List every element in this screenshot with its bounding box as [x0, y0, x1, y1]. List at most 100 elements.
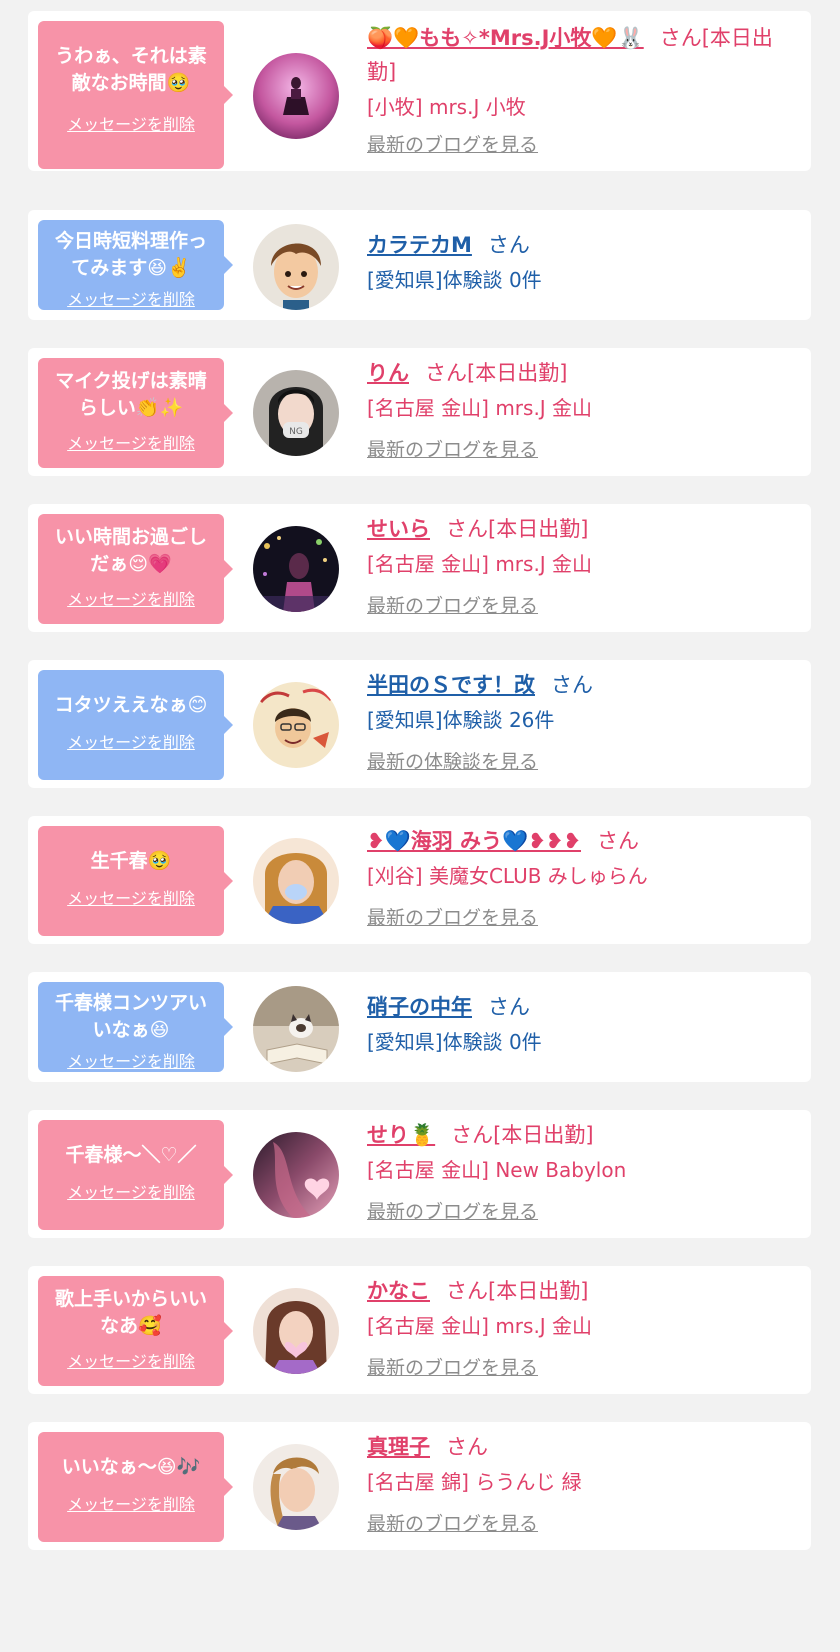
delete-message-link[interactable]: メッセージを削除 [67, 885, 195, 909]
honorific: さん [488, 995, 530, 1019]
profile-name-link[interactable]: ❥💙海羽 みう💙❥❥❥ [367, 829, 581, 853]
shop-label: [名古屋 金山] mrs.J 金山 [367, 552, 593, 576]
profile-info: 🍑🧡もも✧*Mrs.J小牧🧡🐰 さん[本日出勤] [小牧] mrs.J 小牧 最新… [367, 21, 801, 159]
profile-name-link[interactable]: かなこ [367, 1279, 430, 1303]
message-bubble: 千春様コンツアいいなぁ😆 メッセージを削除 [38, 982, 233, 1072]
attendance-status: [本日出勤] [488, 517, 589, 541]
message-bubble: いいなぁ～😆🎶 メッセージを削除 [38, 1432, 233, 1542]
message-text: 千春様～＼♡／ [65, 1144, 197, 1166]
delete-message-link[interactable]: メッセージを削除 [67, 111, 195, 135]
honorific: さん [551, 673, 593, 697]
delete-message-link[interactable]: メッセージを削除 [67, 1491, 195, 1515]
message-bubble: うわぁ、それは素敵なお時間🥹 メッセージを削除 [38, 21, 233, 169]
profile-name-link[interactable]: りん [367, 361, 409, 385]
latest-blog-link[interactable]: 最新のブログを見る [367, 1198, 538, 1226]
list-item: 歌上手いからいいなあ🥰 メッセージを削除 かなこ さん[本日出勤] [名古屋 金山… [28, 1266, 811, 1394]
avatar[interactable]: NG [253, 370, 339, 456]
attendance-status: [本日出勤] [493, 1123, 594, 1147]
delete-message-link[interactable]: メッセージを削除 [67, 729, 195, 753]
honorific: さん [425, 361, 467, 385]
honorific: さん [597, 829, 639, 853]
latest-blog-link[interactable]: 最新のブログを見る [367, 1354, 538, 1382]
avatar[interactable] [253, 53, 339, 139]
message-text: 今日時短料理作ってみます😆✌️ [54, 230, 207, 279]
profile-name-link[interactable]: せり🍍 [367, 1123, 435, 1147]
shop-label: [名古屋 金山] New Babylon [367, 1158, 627, 1182]
attendance-status: [本日出勤] [467, 361, 568, 385]
message-bubble: マイク投げは素晴らしい👏✨ メッセージを削除 [38, 358, 233, 468]
delete-message-link[interactable]: メッセージを削除 [67, 430, 195, 454]
avatar[interactable] [253, 838, 339, 924]
woman-heart-photo-icon [253, 1288, 339, 1374]
profile-info: 半田のＳです！改 さん [愛知県]体験談 26件 最新の体験談を見る [367, 668, 801, 776]
profile-name-link[interactable]: せいら [367, 517, 430, 541]
message-bubble: 生千春🥹 メッセージを削除 [38, 826, 233, 936]
shop-label: [愛知県]体験談 0件 [367, 1030, 542, 1054]
latest-blog-link[interactable]: 最新のブログを見る [367, 436, 538, 464]
cat-book-photo-icon [253, 986, 339, 1072]
blurred-hair-photo-icon [253, 1132, 339, 1218]
profile-info: かなこ さん[本日出勤] [名古屋 金山] mrs.J 金山 最新のブログを見る [367, 1274, 801, 1382]
list-item: 今日時短料理作ってみます😆✌️ メッセージを削除 カラテカM さん [愛知県]体験… [28, 210, 811, 320]
profile-name-link[interactable]: 半田のＳです！改 [367, 673, 535, 697]
attendance-status: [本日出勤] [488, 1279, 589, 1303]
profile-name-link[interactable]: カラテカM [367, 233, 472, 257]
list-item: 千春様～＼♡／ メッセージを削除 せり🍍 さん[本日出勤] [名古屋 金山] Ne… [28, 1110, 811, 1238]
night-lights-photo-icon [253, 526, 339, 612]
woman-side-photo-icon [253, 1444, 339, 1530]
latest-review-link[interactable]: 最新の体験談を見る [367, 748, 538, 776]
svg-text:NG: NG [289, 427, 303, 437]
list-item: コタツええなぁ😊 メッセージを削除 半田のＳです！改 さん [愛知県]体験談 26… [28, 660, 811, 788]
avatar[interactable] [253, 682, 339, 768]
profile-info: りん さん[本日出勤] [名古屋 金山] mrs.J 金山 最新のブログを見る [367, 356, 801, 464]
shop-label: [刈谷] 美魔女CLUB みしゅらん [367, 864, 648, 888]
delete-message-link[interactable]: メッセージを削除 [67, 586, 195, 610]
message-bubble: 今日時短料理作ってみます😆✌️ メッセージを削除 [38, 220, 233, 310]
avatar[interactable] [253, 224, 339, 310]
honorific: さん [446, 1435, 488, 1459]
message-text: 歌上手いからいいなあ🥰 [54, 1288, 207, 1337]
list-item: うわぁ、それは素敵なお時間🥹 メッセージを削除 🍑🧡もも✧*Mrs.J小牧🧡🐰 さ… [28, 11, 811, 171]
honorific: さん [446, 1279, 488, 1303]
message-text: コタツええなぁ😊 [54, 694, 208, 716]
honorific: さん [659, 26, 702, 50]
shop-label: [愛知県]体験談 0件 [367, 268, 542, 292]
list-item: 生千春🥹 メッセージを削除 ❥💙海羽 みう💙❥❥❥ さん [刈谷] 美魔女CLUB… [28, 816, 811, 944]
avatar[interactable] [253, 986, 339, 1072]
shop-label: [小牧] mrs.J 小牧 [367, 95, 526, 119]
profile-name-link[interactable]: 硝子の中年 [367, 995, 472, 1019]
list-item: いい時間お過ごしだぁ😌💗 メッセージを削除 せいら さん[本日出勤] [名古屋 金… [28, 504, 811, 632]
avatar[interactable] [253, 1132, 339, 1218]
performer-photo-icon [253, 53, 339, 139]
message-bubble: いい時間お過ごしだぁ😌💗 メッセージを削除 [38, 514, 233, 624]
delete-message-link[interactable]: メッセージを削除 [67, 1179, 195, 1203]
honorific: さん [487, 233, 530, 257]
delete-message-link[interactable]: メッセージを削除 [67, 1048, 195, 1072]
delete-message-link[interactable]: メッセージを削除 [67, 1348, 195, 1372]
profile-info: ❥💙海羽 みう💙❥❥❥ さん [刈谷] 美魔女CLUB みしゅらん 最新のブログを… [367, 824, 801, 932]
avatar[interactable] [253, 526, 339, 612]
anime-boy-avatar-icon [253, 224, 339, 310]
message-text: 千春様コンツアいいなぁ😆 [54, 992, 207, 1041]
latest-blog-link[interactable]: 最新のブログを見る [367, 1510, 538, 1538]
message-text: いいなぁ～😆🎶 [61, 1456, 201, 1478]
shop-label: [名古屋 金山] mrs.J 金山 [367, 396, 593, 420]
list-item: マイク投げは素晴らしい👏✨ メッセージを削除 NG りん さん[本日出勤] [名古… [28, 348, 811, 476]
delete-message-link[interactable]: メッセージを削除 [67, 286, 195, 310]
message-bubble: コタツええなぁ😊 メッセージを削除 [38, 670, 233, 780]
woman-photo-icon [253, 838, 339, 924]
profile-name-link[interactable]: 真理子 [367, 1435, 430, 1459]
message-text: マイク投げは素晴らしい👏✨ [55, 370, 207, 419]
message-text: いい時間お過ごしだぁ😌💗 [54, 526, 207, 575]
avatar[interactable] [253, 1444, 339, 1530]
profile-info: せいら さん[本日出勤] [名古屋 金山] mrs.J 金山 最新のブログを見る [367, 512, 801, 620]
profile-name-link[interactable]: 🍑🧡もも✧*Mrs.J小牧🧡🐰 [367, 26, 644, 50]
shop-label: [名古屋 錦] らうんじ 緑 [367, 1470, 582, 1494]
message-bubble: 歌上手いからいいなあ🥰 メッセージを削除 [38, 1276, 233, 1386]
avatar[interactable] [253, 1288, 339, 1374]
girl-photo-icon: NG [253, 370, 339, 456]
honorific: さん [451, 1123, 494, 1147]
latest-blog-link[interactable]: 最新のブログを見る [367, 904, 538, 932]
latest-blog-link[interactable]: 最新のブログを見る [367, 131, 538, 159]
latest-blog-link[interactable]: 最新のブログを見る [367, 592, 538, 620]
